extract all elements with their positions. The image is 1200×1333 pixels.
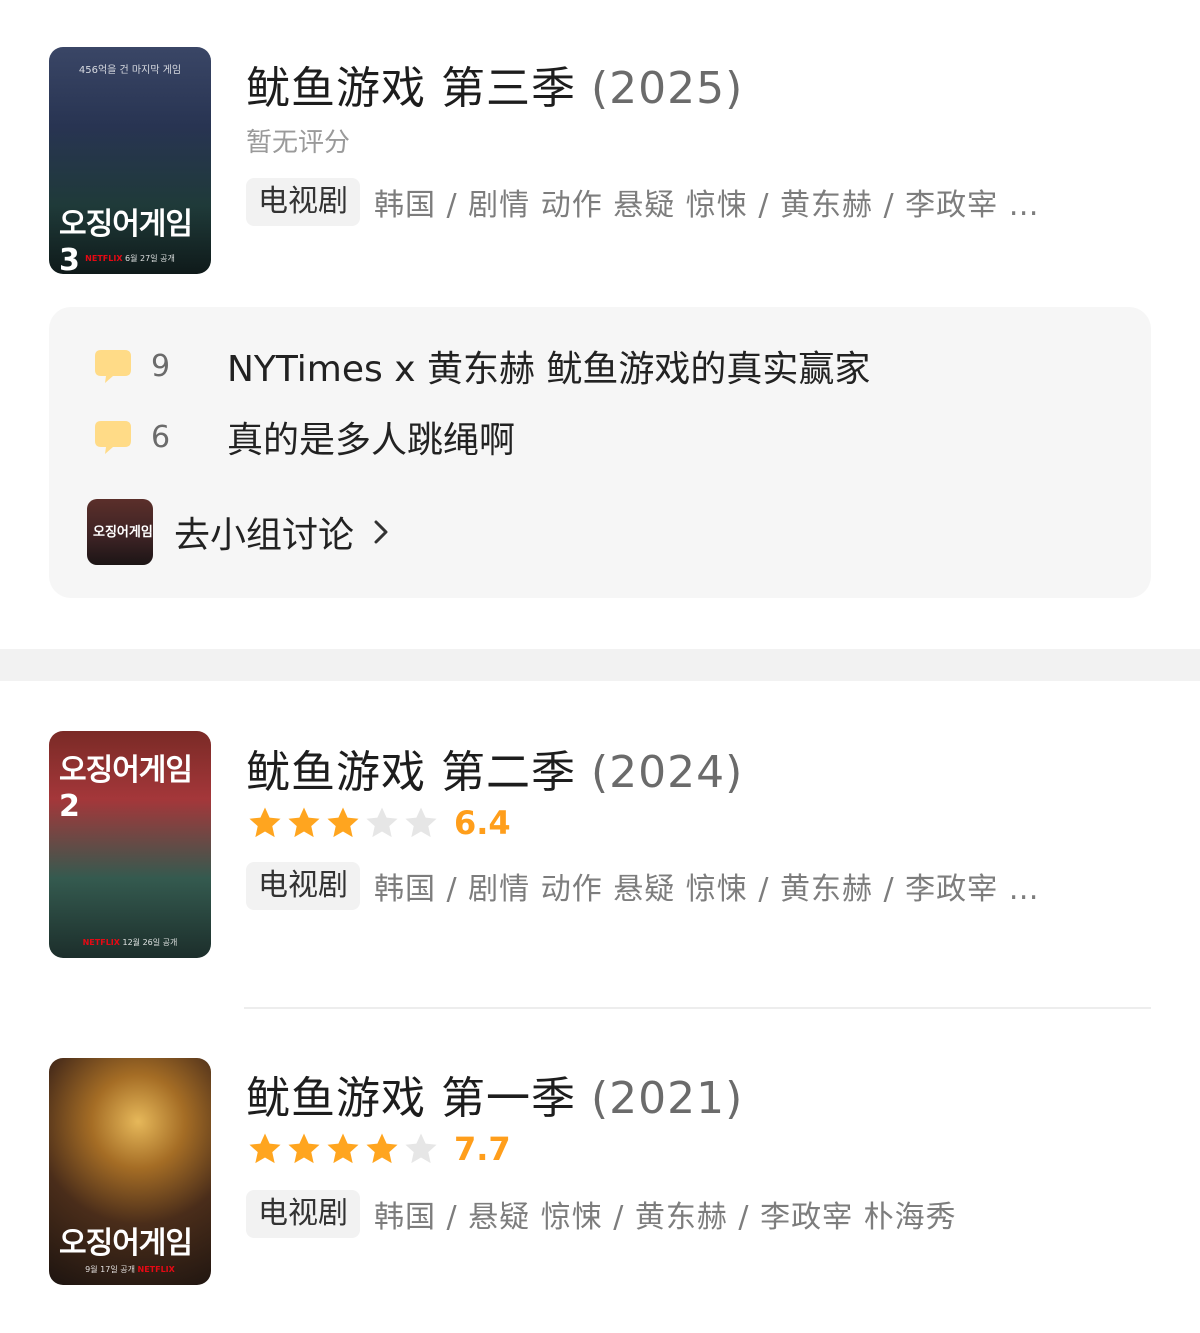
group-avatar: 오징어게임 [87, 499, 153, 565]
section-divider [0, 649, 1200, 681]
chevron-right-icon [374, 520, 388, 544]
item-title[interactable]: 鱿鱼游戏 第一季 (2021) [246, 1062, 743, 1126]
post-reply-count: 9 [151, 348, 171, 384]
item-meta: 电视剧 韩国 / 悬疑 惊悚 / 黄东赫 / 李政宰 朴海秀 [246, 1190, 957, 1238]
type-chip: 电视剧 [246, 862, 360, 910]
meta-text: 韩国 / 剧情 动作 悬疑 惊悚 / 黄东赫 / 李政宰 … [374, 188, 1040, 223]
post-reply-count: 6 [151, 419, 171, 455]
star-filled-icon [327, 807, 359, 838]
star-empty-icon [405, 807, 437, 838]
post-title: 真的是多人跳绳啊 [227, 420, 516, 461]
poster-footer: NETFLIX 12월 26일 공개 [82, 938, 178, 947]
poster-footer: NETFLIX 6월 27일 공개 [85, 254, 175, 263]
rating-row: 7.7 [246, 1129, 511, 1169]
poster-season3[interactable]: 456억을 건 마지막 게임 오징어게임3 NETFLIX 6월 27일 공개 [49, 47, 211, 274]
item-title[interactable]: 鱿鱼游戏 第三季 (2025) [246, 52, 743, 116]
meta-text: 韩国 / 剧情 动作 悬疑 惊悚 / 黄东赫 / 李政宰 … [374, 872, 1040, 907]
rating-row: 6.4 [246, 803, 511, 843]
type-chip: 电视剧 [246, 1190, 360, 1238]
star-filled-icon [249, 1133, 281, 1164]
post-title: NYTimes x 黄东赫 鱿鱼游戏的真实赢家 [227, 349, 871, 390]
item-year: (2025) [591, 63, 744, 114]
item-meta: 电视剧 韩国 / 剧情 动作 悬疑 惊悚 / 黄东赫 / 李政宰 … [246, 178, 1040, 226]
list-divider [244, 1007, 1151, 1009]
poster-season2[interactable]: 오징어게임2 NETFLIX 12월 26일 공개 [49, 731, 211, 958]
star-empty-icon [366, 807, 398, 838]
comment-bubble-icon [95, 421, 131, 454]
star-filled-icon [288, 807, 320, 838]
star-empty-icon [405, 1133, 437, 1164]
poster-season1[interactable]: 오징어게임 9월 17일 공개 NETFLIX [49, 1058, 211, 1285]
poster-tagline: 456억을 건 마지막 게임 [78, 65, 182, 76]
group-post[interactable]: 9 NYTimes x 黄东赫 鱿鱼游戏的真实赢家 [93, 341, 870, 391]
item-title[interactable]: 鱿鱼游戏 第二季 (2024) [246, 736, 743, 800]
go-to-group-label: 去小组讨论 [174, 515, 355, 556]
go-to-group-link[interactable]: 오징어게임 去小组讨论 [87, 499, 392, 565]
star-filled-icon [288, 1133, 320, 1164]
rating-score: 6.4 [454, 804, 511, 842]
poster-korean-title: 오징어게임2 [59, 753, 193, 824]
group-post[interactable]: 6 真的是多人跳绳啊 [93, 412, 515, 462]
poster-korean-title: 오징어게임 [59, 1226, 193, 1261]
item-year: (2024) [591, 747, 744, 798]
item-meta: 电视剧 韩国 / 剧情 动作 悬疑 惊悚 / 黄东赫 / 李政宰 … [246, 862, 1040, 910]
item-year: (2021) [591, 1073, 744, 1124]
type-chip: 电视剧 [246, 178, 360, 226]
star-rating [246, 1130, 440, 1168]
star-rating [246, 804, 440, 842]
poster-footer: 9월 17일 공개 NETFLIX [85, 1265, 175, 1274]
rating-score: 7.7 [454, 1130, 511, 1168]
star-filled-icon [327, 1133, 359, 1164]
meta-text: 韩国 / 悬疑 惊悚 / 黄东赫 / 李政宰 朴海秀 [374, 1200, 957, 1235]
group-discussion-card: 9 NYTimes x 黄东赫 鱿鱼游戏的真实赢家 6 真的是多人跳绳啊 오징어… [49, 307, 1151, 598]
no-rating-text: 暂无评分 [246, 128, 351, 158]
comment-bubble-icon [95, 350, 131, 383]
star-filled-icon [366, 1133, 398, 1164]
star-filled-icon [249, 807, 281, 838]
